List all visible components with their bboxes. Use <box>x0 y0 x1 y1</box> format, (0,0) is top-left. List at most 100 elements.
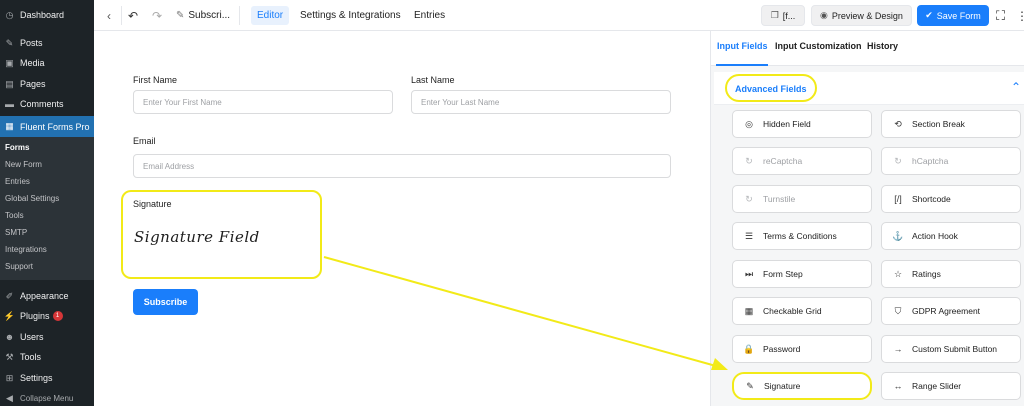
field-button-password[interactable]: 🔒 Password <box>732 335 872 363</box>
plugin-icon: ⚡ <box>3 310 16 321</box>
last-name-input[interactable]: Enter Your Last Name <box>411 90 671 114</box>
field-button-checkable-grid[interactable]: ▦ Checkable Grid <box>732 297 872 325</box>
wp-submenu-forms[interactable]: Forms <box>5 143 29 152</box>
wp-menu-pages[interactable]: ▤ Pages <box>0 74 94 94</box>
recaptcha-icon: ↻ <box>745 155 753 166</box>
field-button-signature[interactable]: ✎ Signature <box>732 372 872 400</box>
preview-design-button[interactable]: ◉ Preview & Design <box>811 5 912 26</box>
dashboard-icon: ◷ <box>5 9 14 20</box>
wp-submenu-integrations[interactable]: Integrations <box>5 245 47 254</box>
first-name-label: First Name <box>133 75 178 85</box>
form-title[interactable]: ✎ Subscri... <box>176 0 230 31</box>
wp-submenu-smtp[interactable]: SMTP <box>5 228 27 237</box>
wp-menu-posts[interactable]: ✎ Posts <box>0 33 94 53</box>
wp-menu-label: Appearance <box>20 291 69 301</box>
more-options-icon[interactable]: ⋮ <box>1016 0 1024 31</box>
wp-menu-tools[interactable]: ⚒ Tools <box>0 347 94 367</box>
wp-submenu-new-form[interactable]: New Form <box>5 160 42 169</box>
wp-submenu-support[interactable]: Support <box>5 262 33 271</box>
brush-icon: ✐ <box>5 290 14 301</box>
section-break-icon: ⟲ <box>894 118 902 129</box>
tab-settings-integrations[interactable]: Settings & Integrations <box>300 0 401 31</box>
tab-entries[interactable]: Entries <box>414 0 445 31</box>
field-button-label: Hidden Field <box>763 119 811 129</box>
shortcode-icon: [/] <box>894 194 902 204</box>
field-button-turnstile[interactable]: ↻ Turnstile <box>732 185 872 213</box>
field-button-ratings[interactable]: ☆ Ratings <box>881 260 1021 288</box>
back-chevron-icon[interactable]: ‹ <box>107 0 111 31</box>
shortcode-button[interactable]: ❐ [f... <box>761 5 805 26</box>
hook-icon: ⚓ <box>892 230 904 241</box>
field-button-action-hook[interactable]: ⚓ Action Hook <box>881 222 1021 250</box>
first-name-input[interactable]: Enter Your First Name <box>133 90 393 114</box>
field-button-label: Password <box>763 344 801 354</box>
field-button-section-break[interactable]: ⟲ Section Break <box>881 110 1021 138</box>
tab-input-customization[interactable]: Input Customization <box>775 41 862 51</box>
field-button-hcaptcha[interactable]: ↻ hCaptcha <box>881 147 1021 175</box>
eye-slash-icon: ◎ <box>745 118 753 129</box>
field-button-label: Form Step <box>763 269 803 279</box>
save-label: Save Form <box>936 10 981 21</box>
field-button-label: Checkable Grid <box>763 306 822 316</box>
arrow-right-icon: → <box>893 344 903 354</box>
turnstile-icon: ↻ <box>745 193 753 204</box>
field-button-label: Turnstile <box>763 194 796 204</box>
wp-submenu: Forms New Form Entries Global Settings T… <box>0 137 94 280</box>
save-form-button[interactable]: ✔ Save Form <box>917 5 989 26</box>
field-button-label: hCaptcha <box>912 156 949 166</box>
field-button-shortcode[interactable]: [/] Shortcode <box>881 185 1021 213</box>
wp-menu-media[interactable]: ▣ Media <box>0 53 94 73</box>
divider <box>239 6 240 25</box>
email-input[interactable]: Email Address <box>133 154 671 178</box>
field-button-range-slider[interactable]: ↔ Range Slider <box>881 372 1021 400</box>
wp-menu-comments[interactable]: ▬ Comments <box>0 94 94 114</box>
signature-field[interactable]: Signature Field <box>134 228 260 246</box>
subscribe-button[interactable]: Subscribe <box>133 289 198 315</box>
divider <box>121 6 122 25</box>
hcaptcha-icon: ↻ <box>894 155 902 166</box>
tab-editor[interactable]: Editor <box>251 0 290 31</box>
field-button-label: Shortcode <box>912 194 951 204</box>
field-button-hidden-field[interactable]: ◎ Hidden Field <box>732 110 872 138</box>
eye-icon: ◉ <box>820 10 828 20</box>
field-button-terms-conditions[interactable]: ☰ Terms & Conditions <box>732 222 872 250</box>
tab-label: Settings & Integrations <box>300 10 401 21</box>
field-button-form-step[interactable]: ⏭ Form Step <box>732 260 872 288</box>
undo-icon[interactable]: ↶ <box>128 0 138 31</box>
wp-menu-label: Posts <box>20 38 43 48</box>
wp-menu-appearance[interactable]: ✐ Appearance <box>0 286 94 306</box>
subscribe-label: Subscribe <box>143 297 188 307</box>
pages-icon: ▤ <box>5 78 14 89</box>
editor-toolbar: ‹ ↶ ↷ ✎ Subscri... Editor Settings & Int… <box>94 0 1024 31</box>
field-button-custom-submit-button[interactable]: → Custom Submit Button <box>881 335 1021 363</box>
collapse-icon: ◀ <box>6 392 13 403</box>
wp-menu-label: Collapse Menu <box>20 393 74 403</box>
media-icon: ▣ <box>5 57 14 68</box>
field-button-recaptcha[interactable]: ↻ reCaptcha <box>732 147 872 175</box>
tab-history[interactable]: History <box>867 41 898 51</box>
panel-tabs: Input Fields Input Customization History <box>711 31 1024 66</box>
wp-menu-label: Comments <box>20 99 64 109</box>
field-button-gdpr-agreement[interactable]: ⛉ GDPR Agreement <box>881 297 1021 325</box>
wp-collapse-menu[interactable]: ◀ Collapse Menu <box>0 388 94 406</box>
redo-icon[interactable]: ↷ <box>152 0 162 31</box>
wp-menu-plugins[interactable]: ⚡ Plugins 1 <box>0 306 94 326</box>
tab-input-fields[interactable]: Input Fields <box>717 41 768 51</box>
wp-menu-users[interactable]: ☻ Users <box>0 327 94 347</box>
wp-submenu-global-settings[interactable]: Global Settings <box>5 194 59 203</box>
field-button-label: Range Slider <box>912 381 962 391</box>
wp-menu-settings[interactable]: ⊞ Settings <box>0 368 94 388</box>
pen-icon: ✎ <box>746 380 754 391</box>
wp-menu-fluent-forms[interactable]: ▦ Fluent Forms Pro <box>0 116 94 137</box>
tab-editor-label: Editor <box>251 6 290 25</box>
placeholder: Email Address <box>143 161 195 171</box>
email-label: Email <box>133 136 156 146</box>
field-button-label: Action Hook <box>912 231 958 241</box>
form-title-text: Subscri... <box>188 10 231 21</box>
wp-menu-dashboard[interactable]: ◷ Dashboard <box>0 5 94 25</box>
grid-icon: ▦ <box>744 305 754 316</box>
wp-submenu-tools[interactable]: Tools <box>5 211 24 220</box>
wp-submenu-entries[interactable]: Entries <box>5 177 30 186</box>
check-circle-icon: ✔ <box>925 10 933 20</box>
fullscreen-icon[interactable]: ⛶ <box>996 0 1005 31</box>
